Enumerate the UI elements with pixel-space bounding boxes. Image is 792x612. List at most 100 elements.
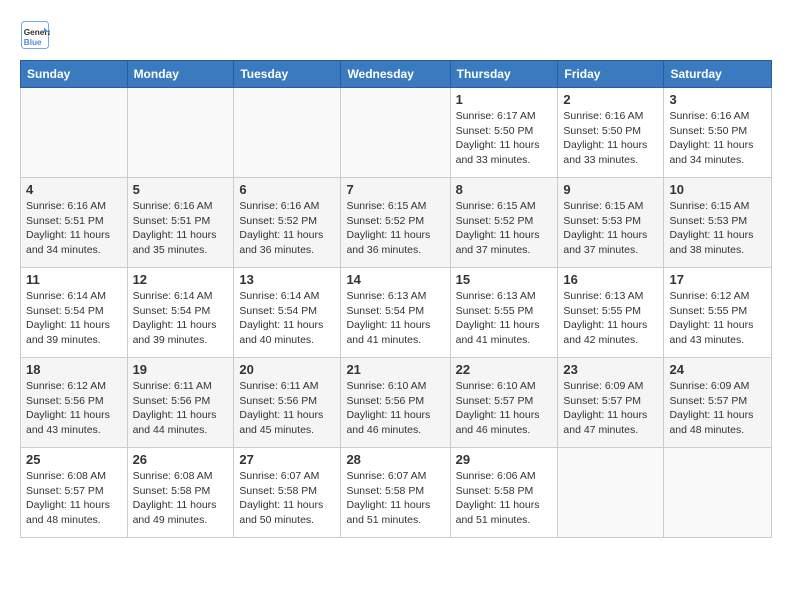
day-info: Sunrise: 6:09 AM Sunset: 5:57 PM Dayligh…: [563, 379, 658, 438]
day-number: 22: [456, 362, 553, 377]
day-info: Sunrise: 6:16 AM Sunset: 5:52 PM Dayligh…: [239, 199, 335, 258]
calendar-header-row: SundayMondayTuesdayWednesdayThursdayFrid…: [21, 61, 772, 88]
column-header-friday: Friday: [558, 61, 664, 88]
day-info: Sunrise: 6:11 AM Sunset: 5:56 PM Dayligh…: [239, 379, 335, 438]
day-info: Sunrise: 6:08 AM Sunset: 5:58 PM Dayligh…: [133, 469, 229, 528]
calendar-cell: [127, 88, 234, 178]
day-number: 9: [563, 182, 658, 197]
calendar-cell: 21Sunrise: 6:10 AM Sunset: 5:56 PM Dayli…: [341, 358, 450, 448]
calendar-table: SundayMondayTuesdayWednesdayThursdayFrid…: [20, 60, 772, 538]
day-number: 17: [669, 272, 766, 287]
calendar-cell: [664, 448, 772, 538]
calendar-cell: 19 Sunrise: 6:11 AM Sunset: 5:56 PM Dayli…: [127, 358, 234, 448]
day-number: 25: [26, 452, 122, 467]
calendar-cell: 9 Sunrise: 6:15 AM Sunset: 5:53 PM Daylig…: [558, 178, 664, 268]
calendar-cell: 24 Sunrise: 6:09 AM Sunset: 5:57 PM Dayli…: [664, 358, 772, 448]
day-info: Sunrise: 6:07 AM Sunset: 5:58 PM Dayligh…: [346, 469, 444, 528]
calendar-cell: 5 Sunrise: 6:16 AM Sunset: 5:51 PM Daylig…: [127, 178, 234, 268]
calendar-cell: 20Sunrise: 6:11 AM Sunset: 5:56 PM Dayli…: [234, 358, 341, 448]
day-number: 12: [133, 272, 229, 287]
calendar-cell: [21, 88, 128, 178]
calendar-week-row: 4 Sunrise: 6:16 AM Sunset: 5:51 PM Daylig…: [21, 178, 772, 268]
logo: General Blue: [20, 20, 52, 50]
day-number: 5: [133, 182, 229, 197]
calendar-cell: 22 Sunrise: 6:10 AM Sunset: 5:57 PM Dayli…: [450, 358, 558, 448]
day-info: Sunrise: 6:10 AM Sunset: 5:57 PM Dayligh…: [456, 379, 553, 438]
column-header-thursday: Thursday: [450, 61, 558, 88]
calendar-cell: 7 Sunrise: 6:15 AM Sunset: 5:52 PM Daylig…: [341, 178, 450, 268]
day-number: 16: [563, 272, 658, 287]
day-number: 8: [456, 182, 553, 197]
day-number: 18: [26, 362, 122, 377]
day-info: Sunrise: 6:10 AM Sunset: 5:56 PM Dayligh…: [346, 379, 444, 438]
day-info: Sunrise: 6:08 AM Sunset: 5:57 PM Dayligh…: [26, 469, 122, 528]
calendar-cell: 27 Sunrise: 6:07 AM Sunset: 5:58 PM Dayli…: [234, 448, 341, 538]
day-number: 4: [26, 182, 122, 197]
calendar-cell: 13 Sunrise: 6:14 AM Sunset: 5:54 PM Dayli…: [234, 268, 341, 358]
day-number: 1: [456, 92, 553, 107]
day-number: 28: [346, 452, 444, 467]
column-header-sunday: Sunday: [21, 61, 128, 88]
day-info: Sunrise: 6:15 AM Sunset: 5:53 PM Dayligh…: [563, 199, 658, 258]
day-info: Sunrise: 6:16 AM Sunset: 5:50 PM Dayligh…: [669, 109, 766, 168]
calendar-cell: 1Sunrise: 6:17 AM Sunset: 5:50 PM Daylig…: [450, 88, 558, 178]
calendar-cell: 25 Sunrise: 6:08 AM Sunset: 5:57 PM Dayli…: [21, 448, 128, 538]
calendar-cell: 6 Sunrise: 6:16 AM Sunset: 5:52 PM Daylig…: [234, 178, 341, 268]
day-number: 3: [669, 92, 766, 107]
day-info: Sunrise: 6:12 AM Sunset: 5:56 PM Dayligh…: [26, 379, 122, 438]
day-number: 15: [456, 272, 553, 287]
day-number: 19: [133, 362, 229, 377]
calendar-cell: 3 Sunrise: 6:16 AM Sunset: 5:50 PM Daylig…: [664, 88, 772, 178]
day-number: 23: [563, 362, 658, 377]
calendar-cell: 11 Sunrise: 6:14 AM Sunset: 5:54 PM Dayli…: [21, 268, 128, 358]
svg-text:Blue: Blue: [24, 38, 42, 47]
svg-text:General: General: [24, 28, 50, 37]
calendar-cell: 2Sunrise: 6:16 AM Sunset: 5:50 PM Daylig…: [558, 88, 664, 178]
day-info: Sunrise: 6:14 AM Sunset: 5:54 PM Dayligh…: [239, 289, 335, 348]
page-header: General Blue: [20, 20, 772, 50]
column-header-tuesday: Tuesday: [234, 61, 341, 88]
day-number: 26: [133, 452, 229, 467]
day-info: Sunrise: 6:16 AM Sunset: 5:51 PM Dayligh…: [133, 199, 229, 258]
day-info: Sunrise: 6:15 AM Sunset: 5:52 PM Dayligh…: [346, 199, 444, 258]
day-info: Sunrise: 6:09 AM Sunset: 5:57 PM Dayligh…: [669, 379, 766, 438]
day-number: 10: [669, 182, 766, 197]
calendar-cell: [341, 88, 450, 178]
calendar-cell: 28 Sunrise: 6:07 AM Sunset: 5:58 PM Dayli…: [341, 448, 450, 538]
day-number: 24: [669, 362, 766, 377]
calendar-cell: 23 Sunrise: 6:09 AM Sunset: 5:57 PM Dayli…: [558, 358, 664, 448]
calendar-cell: [558, 448, 664, 538]
day-info: Sunrise: 6:16 AM Sunset: 5:50 PM Dayligh…: [563, 109, 658, 168]
day-info: Sunrise: 6:11 AM Sunset: 5:56 PM Dayligh…: [133, 379, 229, 438]
day-number: 27: [239, 452, 335, 467]
day-info: Sunrise: 6:14 AM Sunset: 5:54 PM Dayligh…: [26, 289, 122, 348]
day-info: Sunrise: 6:07 AM Sunset: 5:58 PM Dayligh…: [239, 469, 335, 528]
day-info: Sunrise: 6:12 AM Sunset: 5:55 PM Dayligh…: [669, 289, 766, 348]
column-header-wednesday: Wednesday: [341, 61, 450, 88]
day-info: Sunrise: 6:15 AM Sunset: 5:52 PM Dayligh…: [456, 199, 553, 258]
day-info: Sunrise: 6:13 AM Sunset: 5:55 PM Dayligh…: [563, 289, 658, 348]
calendar-cell: 15 Sunrise: 6:13 AM Sunset: 5:55 PM Dayli…: [450, 268, 558, 358]
day-number: 7: [346, 182, 444, 197]
day-info: Sunrise: 6:13 AM Sunset: 5:54 PM Dayligh…: [346, 289, 444, 348]
calendar-week-row: 25 Sunrise: 6:08 AM Sunset: 5:57 PM Dayli…: [21, 448, 772, 538]
column-header-monday: Monday: [127, 61, 234, 88]
day-info: Sunrise: 6:16 AM Sunset: 5:51 PM Dayligh…: [26, 199, 122, 258]
calendar-cell: 12 Sunrise: 6:14 AM Sunset: 5:54 PM Dayli…: [127, 268, 234, 358]
day-info: Sunrise: 6:15 AM Sunset: 5:53 PM Dayligh…: [669, 199, 766, 258]
logo-icon: General Blue: [20, 20, 50, 50]
calendar-cell: 29 Sunrise: 6:06 AM Sunset: 5:58 PM Dayli…: [450, 448, 558, 538]
day-number: 29: [456, 452, 553, 467]
calendar-week-row: 1Sunrise: 6:17 AM Sunset: 5:50 PM Daylig…: [21, 88, 772, 178]
day-info: Sunrise: 6:06 AM Sunset: 5:58 PM Dayligh…: [456, 469, 553, 528]
day-number: 13: [239, 272, 335, 287]
calendar-week-row: 18 Sunrise: 6:12 AM Sunset: 5:56 PM Dayli…: [21, 358, 772, 448]
column-header-saturday: Saturday: [664, 61, 772, 88]
day-number: 11: [26, 272, 122, 287]
day-number: 6: [239, 182, 335, 197]
day-info: Sunrise: 6:13 AM Sunset: 5:55 PM Dayligh…: [456, 289, 553, 348]
calendar-cell: 14Sunrise: 6:13 AM Sunset: 5:54 PM Dayli…: [341, 268, 450, 358]
day-info: Sunrise: 6:14 AM Sunset: 5:54 PM Dayligh…: [133, 289, 229, 348]
calendar-cell: 4 Sunrise: 6:16 AM Sunset: 5:51 PM Daylig…: [21, 178, 128, 268]
calendar-week-row: 11 Sunrise: 6:14 AM Sunset: 5:54 PM Dayli…: [21, 268, 772, 358]
